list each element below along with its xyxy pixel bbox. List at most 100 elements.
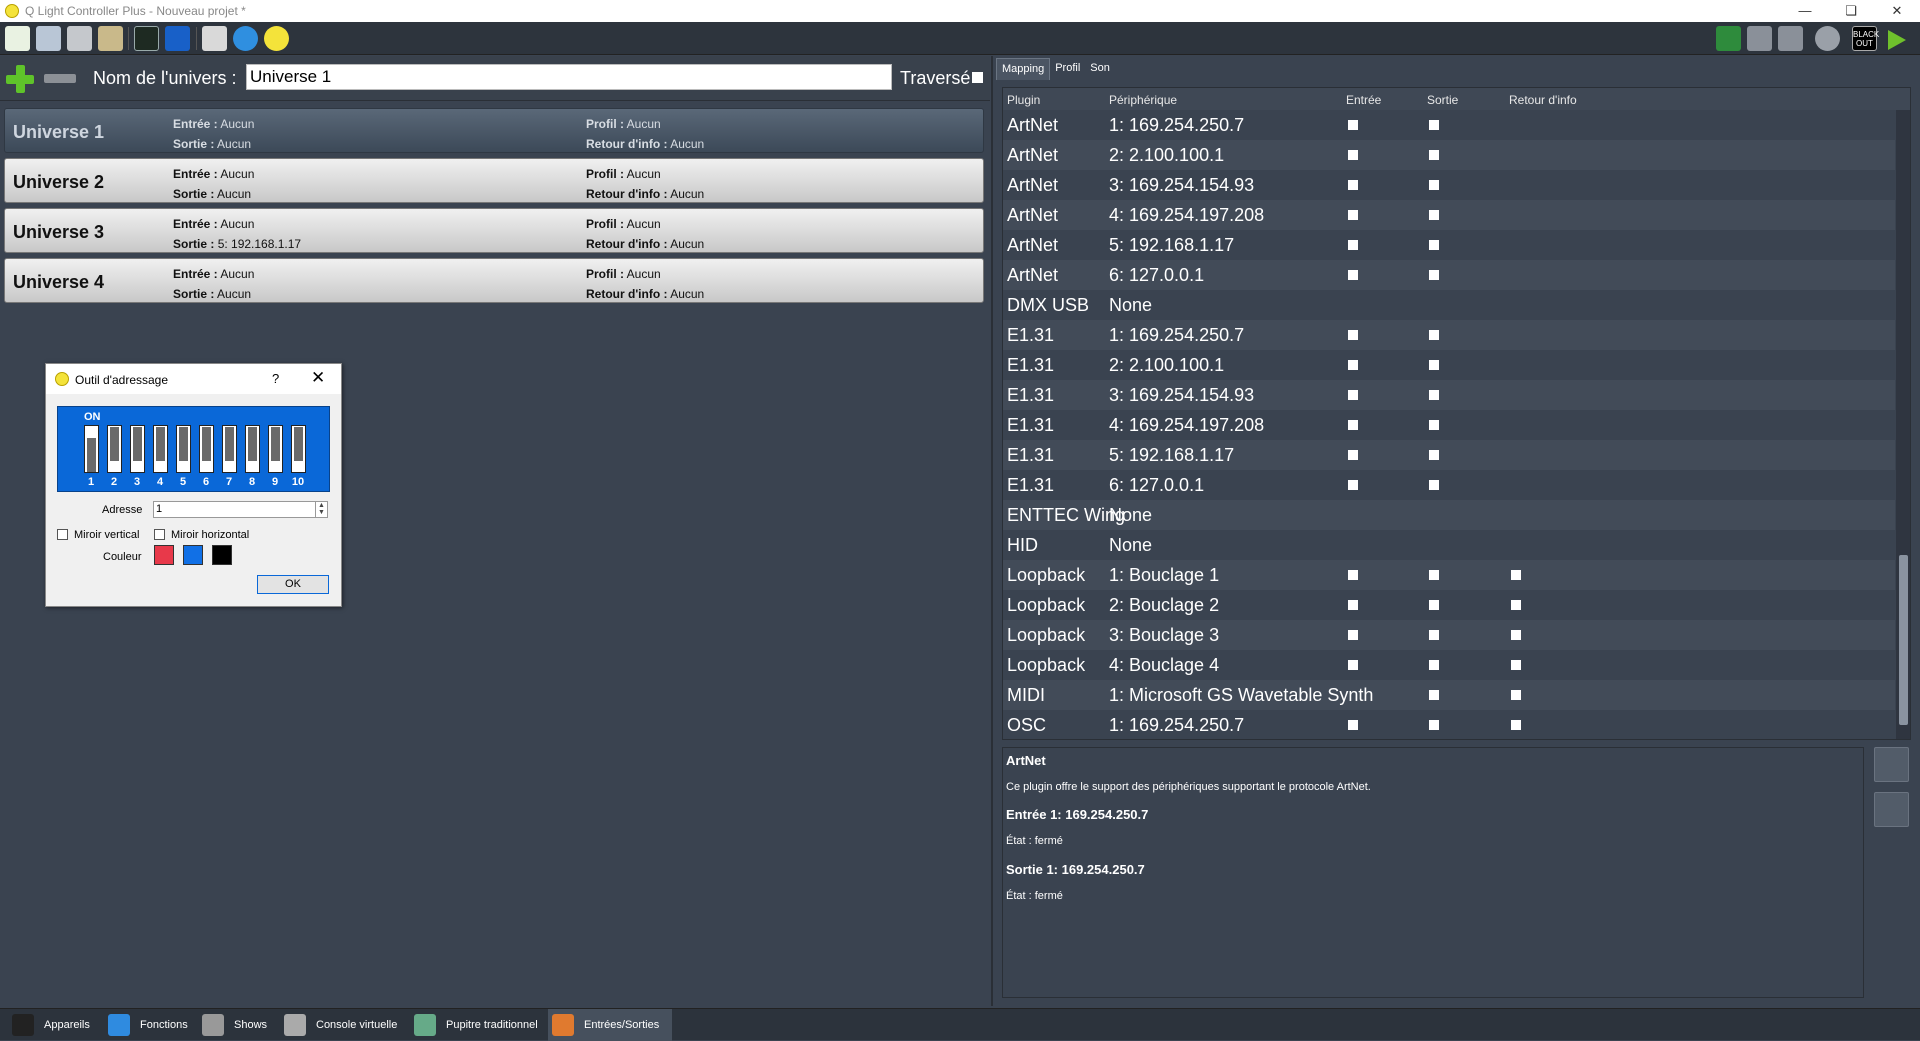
output-checkbox[interactable] <box>1429 420 1439 430</box>
col-output[interactable]: Sortie <box>1427 93 1458 107</box>
input-checkbox[interactable] <box>1348 330 1358 340</box>
input-checkbox[interactable] <box>1348 240 1358 250</box>
feedback-checkbox[interactable] <box>1511 690 1521 700</box>
output-checkbox[interactable] <box>1429 720 1439 730</box>
col-input[interactable]: Entrée <box>1346 93 1381 107</box>
table-row[interactable]: MIDI 1: Microsoft GS Wavetable Synth <box>1003 680 1895 710</box>
monitor-icon[interactable] <box>134 26 159 51</box>
output-checkbox[interactable] <box>1429 150 1439 160</box>
dip-switch[interactable] <box>199 425 214 473</box>
input-checkbox[interactable] <box>1348 120 1358 130</box>
feedback-checkbox[interactable] <box>1511 570 1521 580</box>
output-checkbox[interactable] <box>1429 480 1439 490</box>
table-row[interactable]: ENTTEC Wing None <box>1003 500 1895 530</box>
add-universe-button[interactable] <box>6 65 34 93</box>
output-checkbox[interactable] <box>1429 210 1439 220</box>
table-row[interactable]: ArtNet 4: 169.254.197.208 <box>1003 200 1895 230</box>
configure-plugin-icon[interactable] <box>1874 747 1909 782</box>
output-checkbox[interactable] <box>1429 270 1439 280</box>
play-icon[interactable] <box>1888 30 1906 50</box>
input-checkbox[interactable] <box>1348 420 1358 430</box>
input-checkbox[interactable] <box>1348 720 1358 730</box>
color-red-swatch[interactable] <box>154 545 174 565</box>
minimize-button[interactable]: — <box>1782 0 1828 22</box>
save-as-icon[interactable] <box>98 26 123 51</box>
feedback-checkbox[interactable] <box>1511 720 1521 730</box>
output-checkbox[interactable] <box>1429 330 1439 340</box>
panic-icon[interactable] <box>1778 26 1803 51</box>
bottom-tab-5[interactable]: Entrées/Sorties <box>548 1009 672 1041</box>
spin-arrows-icon[interactable]: ▲ ▼ <box>315 502 327 517</box>
table-row[interactable]: Loopback 3: Bouclage 3 <box>1003 620 1895 650</box>
close-window-button[interactable]: ✕ <box>1874 0 1920 22</box>
address-tool-icon[interactable] <box>165 26 190 51</box>
universe-row[interactable]: Universe 4 Entrée : Aucun Sortie : Aucun Pr… <box>4 258 984 303</box>
input-checkbox[interactable] <box>1348 150 1358 160</box>
dip-switch[interactable] <box>84 425 99 473</box>
universe-row[interactable]: Universe 2 Entrée : Aucun Sortie : Aucun Pr… <box>4 158 984 203</box>
input-checkbox[interactable] <box>1348 180 1358 190</box>
passthrough-checkbox[interactable] <box>972 72 983 83</box>
table-row[interactable]: Loopback 4: Bouclage 4 <box>1003 650 1895 680</box>
output-checkbox[interactable] <box>1429 600 1439 610</box>
table-row[interactable]: E1.31 2: 2.100.100.1 <box>1003 350 1895 380</box>
mirror-vertical-checkbox[interactable] <box>57 529 68 540</box>
scrollbar-thumb[interactable] <box>1899 555 1908 725</box>
col-plugin[interactable]: Plugin <box>1007 93 1040 107</box>
table-row[interactable]: OSC 1: 169.254.250.7 <box>1003 710 1895 739</box>
input-checkbox[interactable] <box>1348 480 1358 490</box>
remove-universe-button[interactable] <box>44 74 76 83</box>
save-project-icon[interactable] <box>67 26 92 51</box>
col-feedback[interactable]: Retour d'info <box>1509 93 1577 107</box>
input-checkbox[interactable] <box>1348 570 1358 580</box>
table-row[interactable]: ArtNet 3: 169.254.154.93 <box>1003 170 1895 200</box>
input-checkbox[interactable] <box>1348 210 1358 220</box>
col-device[interactable]: Périphérique <box>1109 93 1177 107</box>
dip-switch[interactable] <box>153 425 168 473</box>
input-checkbox[interactable] <box>1348 390 1358 400</box>
output-checkbox[interactable] <box>1429 570 1439 580</box>
open-project-icon[interactable] <box>36 26 61 51</box>
tab-profile[interactable]: Profil <box>1050 58 1085 80</box>
dip-switch[interactable] <box>130 425 145 473</box>
universe-row[interactable]: Universe 1 Entrée : Aucun Sortie : Aucun Pr… <box>4 108 984 153</box>
feedback-checkbox[interactable] <box>1511 630 1521 640</box>
output-checkbox[interactable] <box>1429 630 1439 640</box>
table-row[interactable]: ArtNet 5: 192.168.1.17 <box>1003 230 1895 260</box>
ok-button[interactable]: OK <box>257 575 329 594</box>
dip-switch[interactable] <box>222 425 237 473</box>
dip-switch[interactable] <box>291 425 306 473</box>
tab-mapping[interactable]: Mapping <box>996 58 1051 80</box>
panel-splitter[interactable] <box>990 56 1000 1006</box>
table-row[interactable]: E1.31 3: 169.254.154.93 <box>1003 380 1895 410</box>
bottom-tab-3[interactable]: Console virtuelle <box>280 1009 406 1041</box>
dip-switch[interactable] <box>107 425 122 473</box>
bottom-tab-0[interactable]: Appareils <box>8 1009 100 1041</box>
bottom-tab-2[interactable]: Shows <box>198 1009 276 1041</box>
table-row[interactable]: ArtNet 6: 127.0.0.1 <box>1003 260 1895 290</box>
table-row[interactable]: ArtNet 1: 169.254.250.7 <box>1003 110 1895 140</box>
restore-button[interactable]: ❏ <box>1828 0 1874 22</box>
feedback-checkbox[interactable] <box>1511 600 1521 610</box>
table-row[interactable]: E1.31 4: 169.254.197.208 <box>1003 410 1895 440</box>
table-row[interactable]: ArtNet 2: 2.100.100.1 <box>1003 140 1895 170</box>
input-checkbox[interactable] <box>1348 450 1358 460</box>
table-row[interactable]: E1.31 1: 169.254.250.7 <box>1003 320 1895 350</box>
table-row[interactable]: E1.31 6: 127.0.0.1 <box>1003 470 1895 500</box>
color-blue-swatch[interactable] <box>183 545 203 565</box>
output-checkbox[interactable] <box>1429 360 1439 370</box>
table-row[interactable]: HID None <box>1003 530 1895 560</box>
output-checkbox[interactable] <box>1429 450 1439 460</box>
table-row[interactable]: E1.31 5: 192.168.1.17 <box>1003 440 1895 470</box>
input-checkbox[interactable] <box>1348 660 1358 670</box>
feedback-checkbox[interactable] <box>1511 660 1521 670</box>
address-spinbox[interactable]: 1 ▲ ▼ <box>153 501 328 518</box>
dialog-close-button[interactable]: ✕ <box>311 368 325 388</box>
blackout-button[interactable]: BLACK OUT <box>1852 26 1879 51</box>
bottom-tab-4[interactable]: Pupitre traditionnel <box>410 1009 544 1041</box>
about-icon[interactable] <box>264 26 289 51</box>
fade-icon[interactable] <box>1747 26 1772 51</box>
new-project-icon[interactable] <box>5 26 30 51</box>
color-black-swatch[interactable] <box>212 545 232 565</box>
table-row[interactable]: DMX USB None <box>1003 290 1895 320</box>
